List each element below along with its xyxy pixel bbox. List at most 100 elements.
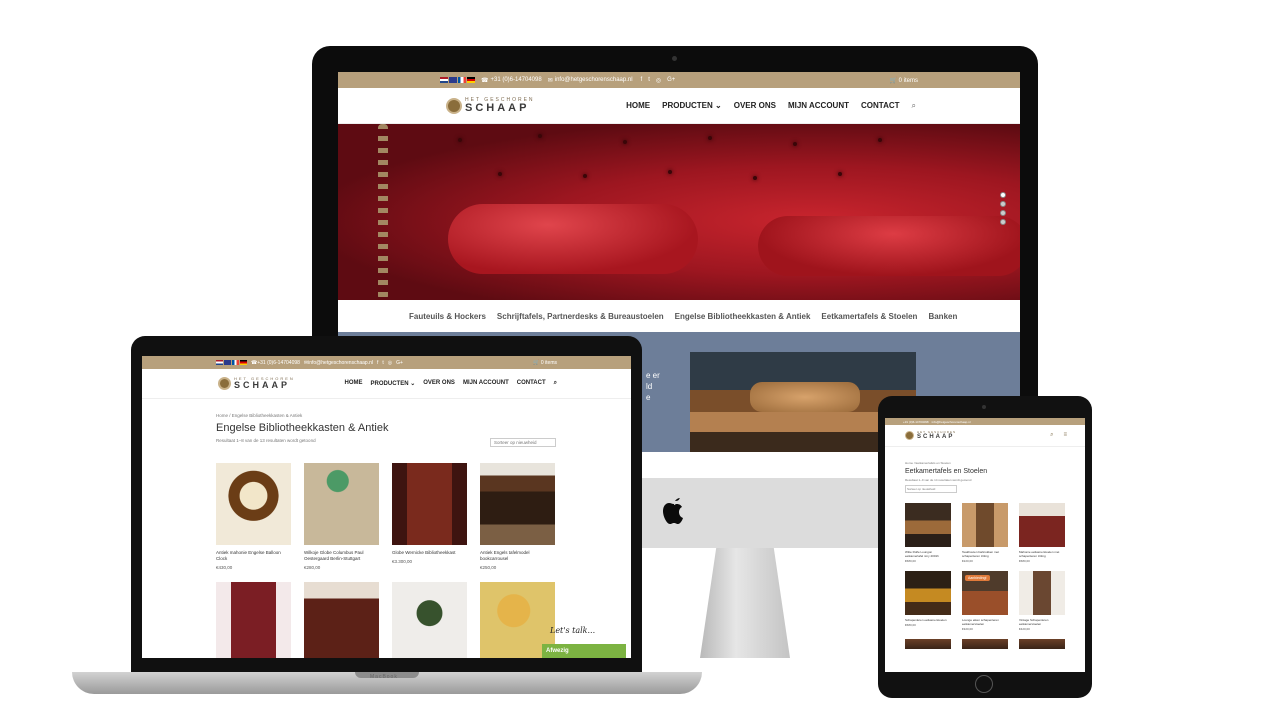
product-card[interactable]: Antiek mahonie Engelse Balloon Clock €43… [216,463,291,570]
product-name[interactable]: Lounge eiken schapenleren eetkamerstoele… [962,618,1008,626]
googleplus-icon[interactable]: G+ [667,77,675,84]
product-name[interactable]: Globe Wernicke Bibliotheekkast [392,550,467,556]
product-image[interactable] [480,463,555,545]
cart-link[interactable]: 🛒 0 items [533,360,557,366]
flag-uk-icon[interactable] [224,360,231,365]
category-eetkamertafels[interactable]: Eetkamertafels & Stoelen [821,312,917,321]
product-card[interactable]: Aanbieding! Lounge eiken schapenleren ee… [962,571,1008,631]
product-card[interactable]: Schapenleren eetkamerstoelen €680,00 [905,571,951,631]
instagram-icon[interactable]: ◎ [388,360,392,366]
menu-producten[interactable]: PRODUCTEN ⌄ [662,101,722,110]
product-card[interactable]: Mahonie eetkamerstoelen met schapenleren… [1019,503,1065,563]
menu-mijn-account[interactable]: MIJN ACCOUNT [788,101,849,110]
hero-slider [338,124,1020,300]
chat-teaser[interactable]: Let's talk... [550,626,595,635]
category-schrijftafels[interactable]: Schrijftafels, Partnerdesks & Bureaustoe… [497,312,664,321]
facebook-icon[interactable]: f [377,360,378,366]
instagram-icon[interactable]: ◎ [656,77,661,84]
product-image[interactable] [216,463,291,545]
search-icon[interactable]: ⌕ [1050,432,1053,439]
menu-contact[interactable]: CONTACT [861,101,900,110]
flag-fr-icon[interactable] [232,360,239,365]
category-bibliotheekkasten[interactable]: Engelse Bibliotheekkasten & Antiek [675,312,811,321]
flag-nl-icon[interactable] [440,77,448,83]
site-logo[interactable]: HET GESCHOREN SCHAAP [446,97,535,114]
phone-link[interactable]: ☎+31 (0)6-14704098 [251,360,300,366]
sort-select[interactable]: Sorteer op nieuwheid [490,438,556,447]
sort-select[interactable]: Sorteer op nieuwheid [905,485,957,493]
search-icon[interactable]: ⌕ [554,380,557,387]
email-link[interactable]: ✉ info@hetgeschorenschaap.nl [548,77,633,84]
product-image[interactable] [1019,639,1065,649]
flag-de-icon[interactable] [240,360,247,365]
product-name[interactable]: Teakhouten barkrukken met schapenleren z… [962,550,1008,558]
search-icon[interactable]: ⌕ [912,101,916,111]
phone-link[interactable]: ☎ +31 (0)6-14704098 [481,77,542,84]
product-image[interactable] [304,463,379,545]
product-image[interactable]: Aanbieding! [962,571,1008,615]
product-image[interactable] [304,582,379,658]
menu-home[interactable]: HOME [626,101,650,110]
chat-widget-button[interactable]: Afwezig [542,644,626,658]
product-card[interactable] [392,582,467,658]
phone-text[interactable]: +31 (0)6-14704098 [903,420,929,424]
menu-contact[interactable]: CONTACT [517,380,546,387]
product-image[interactable] [1019,503,1065,547]
home-button[interactable] [975,675,993,693]
product-card[interactable] [216,582,291,658]
product-name[interactable]: Schapenleren eetkamerstoelen [905,618,951,622]
product-card[interactable]: Wilkoje Globe Columbus Paul Oestergaard … [304,463,379,570]
flag-uk-icon[interactable] [449,77,457,83]
menu-over-ons[interactable]: OVER ONS [423,380,455,387]
slider-dot[interactable] [1000,192,1006,198]
product-card[interactable]: Teakhouten barkrukken met schapenleren z… [962,503,1008,563]
menu-over-ons[interactable]: OVER ONS [734,101,776,110]
product-image[interactable] [962,639,1008,649]
category-banken[interactable]: Banken [928,312,957,321]
menu-mijn-account[interactable]: MIJN ACCOUNT [463,380,509,387]
hero-tuft [498,172,502,176]
result-count: Resultaat 1–9 van de 14 resultaten wordt… [905,478,972,482]
product-name[interactable]: Antiek Engels tafelmodel bookcarrousel [480,550,555,562]
product-name[interactable]: Antiek mahonie Engelse Balloon Clock [216,550,291,562]
product-card[interactable]: Globe Wernicke Bibliotheekkast €3.300,00 [392,463,467,570]
product-image[interactable] [392,582,467,658]
site-logo[interactable]: HET GESCHOREN SCHAAP [905,431,956,440]
product-card[interactable]: Vintage Schapenleren eetkamerstoelen €42… [1019,571,1065,631]
flag-de-icon[interactable] [467,77,475,83]
product-image[interactable] [216,582,291,658]
product-name[interactable]: Wilkoje Globe Columbus Paul Oestergaard … [304,550,379,562]
category-fauteuils[interactable]: Fauteuils & Hockers [409,312,486,321]
breadcrumb[interactable]: Home / Engelse Bibliotheekkasten & Antie… [216,413,631,418]
product-card[interactable] [304,582,379,658]
flag-fr-icon[interactable] [458,77,466,83]
product-card[interactable]: Antiek Engels tafelmodel bookcarrousel €… [480,463,555,570]
slider-dot[interactable] [1000,201,1006,207]
facebook-icon[interactable]: f [641,77,643,84]
product-name[interactable]: Witte Rolfe Loungon eetkamertafel nmy 20… [905,550,951,558]
twitter-icon[interactable]: t [648,77,650,84]
breadcrumb[interactable]: Home / Eetkamertafels en Stoelen [905,461,1085,465]
product-name[interactable]: Vintage Schapenleren eetkamerstoelen [1019,618,1065,626]
email-link[interactable]: ✉info@hetgeschorenschaap.nl [304,360,373,366]
email-text[interactable]: info@hetgeschorenschaap.nl [932,420,971,424]
product-card[interactable]: Witte Rolfe Loungon eetkamertafel nmy 20… [905,503,951,563]
product-image[interactable] [905,503,951,547]
product-name[interactable]: Mahonie eetkamerstoelen met schapenleren… [1019,550,1065,558]
cart-link[interactable]: 🛒 0 items [890,77,918,84]
product-image[interactable] [905,571,951,615]
menu-home[interactable]: HOME [345,380,363,387]
googleplus-icon[interactable]: G+ [396,360,403,366]
hamburger-menu-icon[interactable]: ≡ [1063,432,1067,439]
twitter-icon[interactable]: t [382,360,383,366]
slider-dot[interactable] [1000,210,1006,216]
menu-producten[interactable]: PRODUCTEN ⌄ [371,380,416,387]
site-logo[interactable]: HET GESCHOREN SCHAAP [218,377,295,390]
slider-dot[interactable] [1000,219,1006,225]
product-image[interactable] [392,463,467,545]
flag-nl-icon[interactable] [216,360,223,365]
product-image[interactable] [962,503,1008,547]
product-image[interactable] [1019,571,1065,615]
product-image[interactable] [905,639,951,649]
hero-tuft [538,134,542,138]
